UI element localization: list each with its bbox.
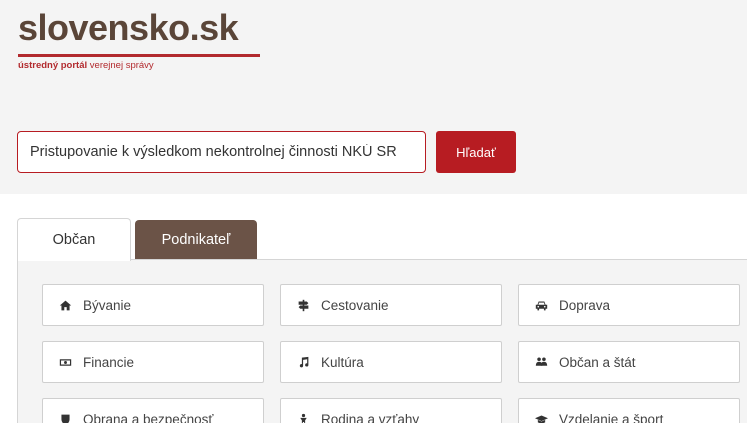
logo[interactable]: slovensko.sk ústredný portál verejnej sp… xyxy=(18,8,263,72)
category-obrana-a-bezpecnost[interactable]: Obrana a bezpečnosť xyxy=(42,398,264,423)
car-icon xyxy=(533,297,549,313)
category-label: Občan a štát xyxy=(559,354,636,370)
logo-tagline: ústredný portál verejnej správy xyxy=(18,60,154,71)
search-field[interactable] xyxy=(17,131,426,173)
category-cestovanie[interactable]: Cestovanie xyxy=(280,284,502,326)
people-icon xyxy=(533,354,549,370)
header: slovensko.sk ústredný portál verejnej sp… xyxy=(0,0,747,194)
category-label: Kultúra xyxy=(321,354,364,370)
search-input[interactable] xyxy=(30,132,413,172)
category-label: Financie xyxy=(83,354,135,370)
category-label: Vzdelanie a šport xyxy=(559,411,664,423)
tab-obcan[interactable]: Občan xyxy=(17,218,131,261)
category-rodina-a-vztahy[interactable]: Rodina a vzťahy xyxy=(280,398,502,423)
home-icon xyxy=(57,297,73,313)
category-vzdelanie-a-sport[interactable]: Vzdelanie a šport xyxy=(518,398,740,423)
graduation-cap-icon xyxy=(533,411,549,423)
child-icon xyxy=(295,411,311,423)
logo-rule xyxy=(18,54,260,57)
category-panel: Bývanie Cestovanie Doprava Financie Kult… xyxy=(17,259,747,423)
category-financie[interactable]: Financie xyxy=(42,341,264,383)
music-icon xyxy=(295,354,311,370)
category-label: Cestovanie xyxy=(321,297,389,313)
shield-icon xyxy=(57,411,73,423)
audience-tabs: Občan Podnikateľ xyxy=(17,218,747,261)
category-label: Rodina a vzťahy xyxy=(321,411,420,423)
search-button[interactable]: Hľadať xyxy=(436,131,516,173)
category-kultura[interactable]: Kultúra xyxy=(280,341,502,383)
tab-podnikatel[interactable]: Podnikateľ xyxy=(135,220,257,259)
logo-tagline-bold: ústredný portál xyxy=(18,60,88,71)
logo-wordmark: slovensko.sk xyxy=(18,7,239,48)
category-label: Obrana a bezpečnosť xyxy=(83,411,214,423)
category-label: Doprava xyxy=(559,297,611,313)
category-label: Bývanie xyxy=(83,297,132,313)
category-byvanie[interactable]: Bývanie xyxy=(42,284,264,326)
signpost-icon xyxy=(295,297,311,313)
category-doprava[interactable]: Doprava xyxy=(518,284,740,326)
money-icon xyxy=(57,354,73,370)
category-obcan-a-stat[interactable]: Občan a štát xyxy=(518,341,740,383)
logo-tagline-rest: verejnej správy xyxy=(89,60,154,71)
